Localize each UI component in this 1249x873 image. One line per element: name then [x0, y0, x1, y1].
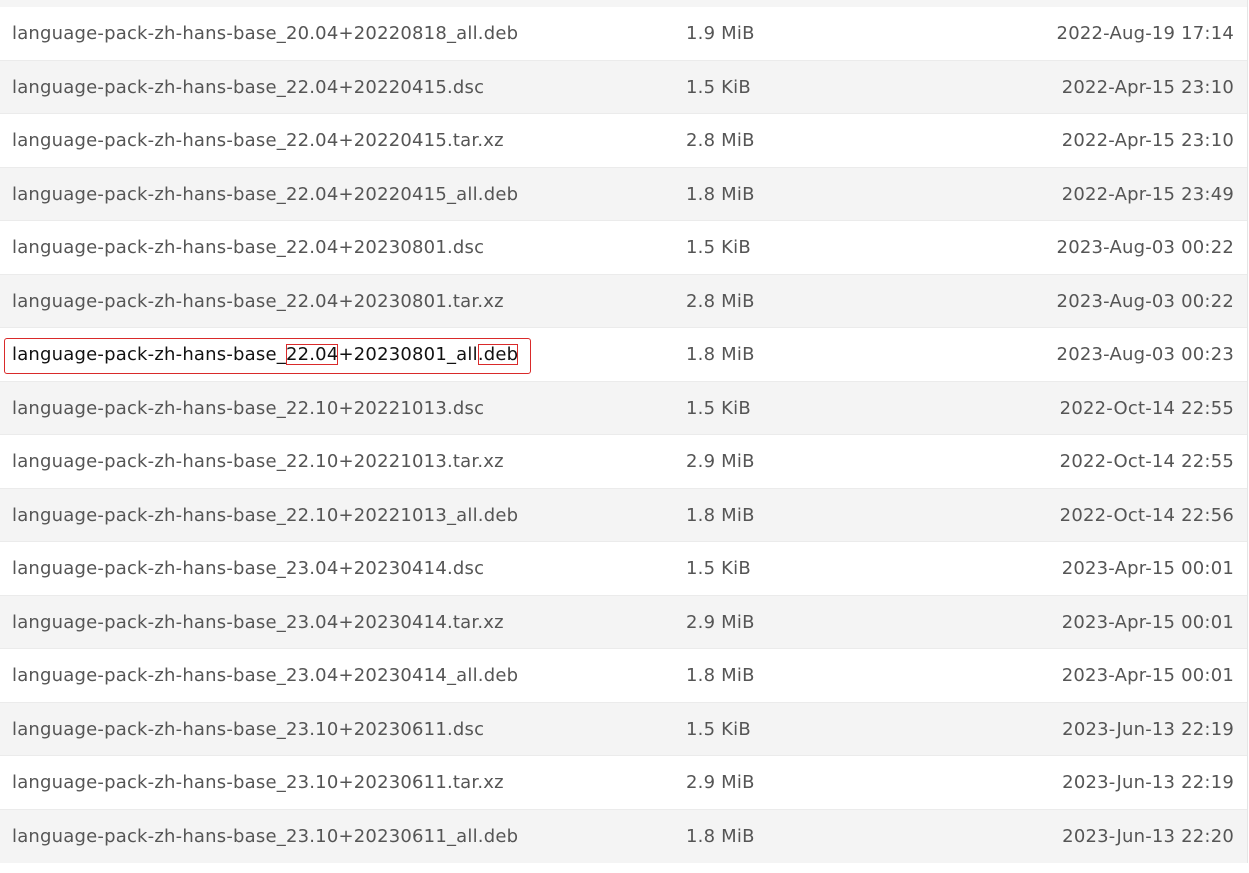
extension-highlight: .deb [477, 344, 519, 365]
file-date-cell: 2022-Oct-14 22:55 [1059, 397, 1234, 419]
file-link[interactable]: language-pack-zh-hans-base_23.04+2023041… [12, 612, 504, 633]
file-size-cell: 1.8 MiB [686, 504, 755, 526]
table-row: language-pack-zh-hans-base_23.10+2023061… [0, 702, 1247, 756]
file-link[interactable]: language-pack-zh-hans-base_22.04+2022041… [12, 130, 504, 151]
file-link[interactable]: language-pack-zh-hans-base_23.10+2023061… [12, 826, 518, 847]
file-date-cell: 2023-Aug-03 00:22 [1056, 237, 1234, 258]
table-row: language-pack-zh-hans-base_22.10+2022101… [0, 381, 1247, 435]
file-date-cell: 2023-Jun-13 22:19 [1062, 718, 1234, 740]
file-date-cell: 2023-Apr-15 00:01 [1061, 558, 1234, 579]
file-size-cell: 1.8 MiB [686, 344, 755, 365]
file-date-cell: 2022-Apr-15 23:10 [1061, 130, 1234, 151]
file-link[interactable]: language-pack-zh-hans-base_22.04+2023080… [12, 237, 484, 258]
file-size-cell: 1.9 MiB [686, 23, 755, 44]
file-date-cell: 2023-Aug-03 00:23 [1056, 344, 1234, 365]
file-size-cell: 1.5 KiB [686, 558, 751, 579]
table-row: language-pack-zh-hans-base_22.10+2022101… [0, 488, 1247, 542]
file-name-cell: language-pack-zh-hans-base_20.04+2022081… [12, 7, 518, 60]
file-date-cell: 2023-Apr-15 00:01 [1061, 611, 1234, 633]
file-date-cell: 2022-Apr-15 23:49 [1061, 183, 1234, 205]
file-link[interactable]: language-pack-zh-hans-base_22.10+2022101… [12, 451, 504, 472]
file-size-cell: 2.8 MiB [686, 290, 755, 312]
file-size-cell: 2.8 MiB [686, 130, 755, 151]
table-row-highlighted: language-pack-zh-hans-base_22.04+2023080… [0, 328, 1247, 382]
file-name-cell: language-pack-zh-hans-base_22.10+2022101… [12, 382, 484, 435]
table-row: language-pack-zh-hans-base_20.04+2022081… [0, 7, 1247, 61]
file-date-cell: 2023-Jun-13 22:19 [1062, 772, 1234, 793]
file-size-cell: 1.8 MiB [686, 183, 755, 205]
file-date-cell: 2023-Apr-15 00:01 [1061, 665, 1234, 686]
table-row: language-pack-zh-hans-base_22.04+2022041… [0, 60, 1247, 114]
file-link[interactable]: language-pack-zh-hans-base_23.10+2023061… [12, 719, 484, 740]
file-link[interactable]: language-pack-zh-hans-base_23.04+2023041… [12, 665, 518, 686]
table-row: language-pack-zh-hans-base_23.10+2023061… [0, 756, 1247, 810]
file-size-cell: 1.5 KiB [686, 718, 751, 740]
file-size-cell: 2.9 MiB [686, 451, 755, 472]
table-row: language-pack-zh-hans-base_22.04+2023080… [0, 274, 1247, 328]
file-name-prefix: language-pack-zh-hans-base_ [12, 344, 286, 365]
table-row: language-pack-zh-hans-base_23.10+2023061… [0, 809, 1247, 863]
file-link[interactable]: language-pack-zh-hans-base_22.04+2023080… [12, 291, 504, 312]
file-link[interactable]: language-pack-zh-hans-base_22.04+2022041… [12, 184, 518, 205]
file-link-highlighted[interactable]: language-pack-zh-hans-base_22.04+2023080… [12, 344, 519, 365]
table-row: language-pack-zh-hans-base_23.04+2023041… [0, 649, 1247, 703]
file-name-cell: language-pack-zh-hans-base_22.04+2022041… [12, 114, 504, 167]
file-date-cell: 2023-Aug-03 00:22 [1056, 290, 1234, 312]
file-link[interactable]: language-pack-zh-hans-base_23.10+2023061… [12, 772, 504, 793]
file-date-cell: 2022-Oct-14 22:55 [1059, 451, 1234, 472]
file-name-cell: language-pack-zh-hans-base_23.04+2023041… [12, 649, 518, 702]
file-name-cell: language-pack-zh-hans-base_22.04+2023080… [12, 328, 519, 381]
file-date-cell: 2022-Aug-19 17:14 [1056, 23, 1234, 44]
file-name-cell: language-pack-zh-hans-base_23.10+2023061… [12, 756, 504, 809]
file-link[interactable]: language-pack-zh-hans-base_20.04+2022081… [12, 23, 518, 44]
file-link[interactable]: language-pack-zh-hans-base_22.10+2022101… [12, 398, 484, 419]
file-link[interactable]: language-pack-zh-hans-base_22.04+2022041… [12, 77, 484, 98]
file-name-cell: language-pack-zh-hans-base_22.04+2023080… [12, 275, 504, 328]
table-row: language-pack-zh-hans-base_23.04+2023041… [0, 542, 1247, 596]
file-name-middle: +20230801_all [338, 344, 478, 365]
file-name-cell: language-pack-zh-hans-base_23.04+2023041… [12, 596, 504, 649]
file-name-cell: language-pack-zh-hans-base_22.04+2023080… [12, 221, 484, 274]
file-name-cell: language-pack-zh-hans-base_22.04+2022041… [12, 61, 484, 114]
file-size-cell: 1.8 MiB [686, 825, 755, 847]
file-size-cell: 1.8 MiB [686, 665, 755, 686]
file-listing: language-pack-zh-hans-base_20.04+2022081… [0, 7, 1248, 863]
table-row: language-pack-zh-hans-base_22.10+2022101… [0, 435, 1247, 489]
file-size-cell: 1.5 KiB [686, 76, 751, 98]
table-row: language-pack-zh-hans-base_23.04+2023041… [0, 595, 1247, 649]
table-row: language-pack-zh-hans-base_22.04+2023080… [0, 221, 1247, 275]
file-size-cell: 1.5 KiB [686, 237, 751, 258]
version-highlight: 22.04 [285, 344, 339, 365]
file-name-cell: language-pack-zh-hans-base_23.10+2023061… [12, 810, 518, 863]
file-size-cell: 1.5 KiB [686, 397, 751, 419]
file-name-cell: language-pack-zh-hans-base_22.10+2022101… [12, 435, 504, 488]
file-name-cell: language-pack-zh-hans-base_23.10+2023061… [12, 703, 484, 756]
file-link[interactable]: language-pack-zh-hans-base_22.10+2022101… [12, 505, 518, 526]
file-name-cell: language-pack-zh-hans-base_23.04+2023041… [12, 542, 484, 595]
table-row: language-pack-zh-hans-base_22.04+2022041… [0, 114, 1247, 168]
file-date-cell: 2022-Apr-15 23:10 [1061, 76, 1234, 98]
file-size-cell: 2.9 MiB [686, 772, 755, 793]
table-row: language-pack-zh-hans-base_22.04+2022041… [0, 167, 1247, 221]
file-name-cell: language-pack-zh-hans-base_22.10+2022101… [12, 489, 518, 542]
file-date-cell: 2023-Jun-13 22:20 [1062, 825, 1234, 847]
file-name-cell: language-pack-zh-hans-base_22.04+2022041… [12, 168, 518, 221]
list-top-edge [0, 0, 1248, 7]
file-date-cell: 2022-Oct-14 22:56 [1059, 504, 1234, 526]
file-size-cell: 2.9 MiB [686, 611, 755, 633]
file-link[interactable]: language-pack-zh-hans-base_23.04+2023041… [12, 558, 484, 579]
